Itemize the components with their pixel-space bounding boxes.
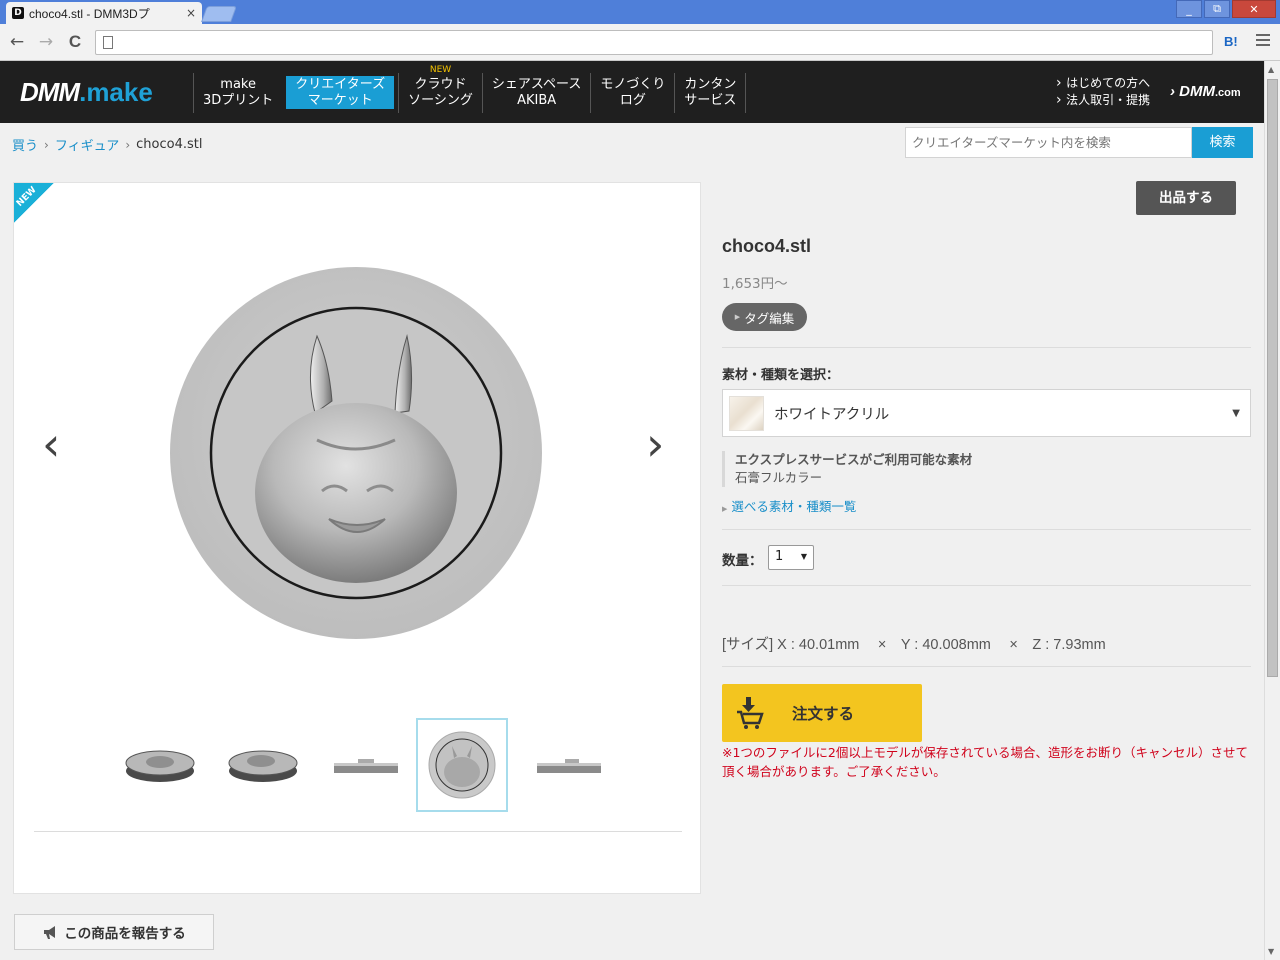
breadcrumb-figure[interactable]: フィギュア: [55, 135, 119, 154]
nav-crowd-sourcing[interactable]: NEW クラウド ソーシング: [398, 65, 482, 113]
order-button-label: 注文する: [792, 705, 855, 723]
order-note: ※1つのファイルに2個以上モデルが保存されている場合、造形をお断り（キャンセル）…: [722, 745, 1249, 779]
thumbnail-2[interactable]: [217, 718, 309, 812]
divider: [722, 585, 1251, 586]
nav-share-space[interactable]: シェアスペース AKIBA: [481, 73, 590, 113]
tab-title: choco4.stl - DMM3Dプ: [29, 6, 150, 21]
size-info: [サイズ] X : 40.01mm × Y : 40.008mm × Z : 7…: [722, 637, 1106, 653]
browser-tab[interactable]: D choco4.stl - DMM3Dプ ×: [6, 2, 202, 24]
prev-image-button[interactable]: ‹: [42, 421, 60, 467]
page-icon: [103, 36, 113, 49]
divider: [722, 666, 1251, 667]
product-title: choco4.stl: [722, 236, 812, 256]
new-ribbon: NEW: [14, 183, 54, 223]
material-value: ホワイトアクリル: [774, 406, 890, 423]
close-window-button[interactable]: ✕: [1232, 0, 1276, 18]
quantity-label: 数量：: [722, 553, 763, 569]
minimize-button[interactable]: _: [1176, 0, 1202, 18]
material-select[interactable]: ホワイトアクリル ▼: [722, 389, 1251, 437]
new-ribbon-label: NEW: [14, 185, 39, 209]
thumbnail-4[interactable]: [416, 718, 508, 812]
express-service-box: エクスプレスサービスがご利用可能な素材 石膏フルカラー: [722, 451, 972, 487]
site-header: DMM.make make 3Dプリント クリエイターズ マーケット NEW クラウ…: [0, 61, 1264, 123]
scroll-up-icon[interactable]: ▲: [1268, 65, 1274, 74]
breadcrumb: 買う › フィギュア › choco4.stl: [12, 135, 202, 154]
report-button-label: この商品を報告する: [64, 926, 186, 942]
browser-toolbar: ← → C B!: [0, 24, 1280, 61]
divider: [722, 529, 1251, 530]
nav-monozukuri-log[interactable]: モノづくり ログ: [590, 73, 674, 113]
header-links: はじめての方へ 法人取引・提携: [1056, 75, 1150, 109]
material-swatch: [729, 395, 764, 431]
breadcrumb-buy[interactable]: 買う: [12, 135, 38, 154]
hatena-bookmark-icon[interactable]: B!: [1224, 34, 1238, 49]
reload-icon[interactable]: C: [65, 32, 85, 52]
window-controls: _ ⧉ ✕: [1176, 0, 1276, 18]
dropdown-caret-icon: ▼: [800, 552, 807, 561]
global-nav: make 3Dプリント クリエイターズ マーケット NEW クラウド ソーシング シェ…: [193, 65, 747, 113]
breadcrumb-separator: ›: [125, 137, 131, 152]
play-triangle-icon: ▶: [722, 505, 728, 513]
material-list-link[interactable]: ▶ 選べる素材・種類一覧: [722, 496, 856, 515]
breadcrumb-current: choco4.stl: [136, 137, 203, 152]
new-tab-button[interactable]: [201, 6, 237, 22]
forward-icon[interactable]: →: [36, 32, 56, 52]
back-icon[interactable]: ←: [7, 32, 27, 52]
product-price: 1,653円〜: [722, 276, 788, 292]
nav-make-3dprint[interactable]: make 3Dプリント: [193, 73, 282, 113]
tab-close-icon[interactable]: ×: [186, 6, 196, 20]
browser-titlebar: D choco4.stl - DMM3Dプ × _ ⧉ ✕: [0, 0, 1280, 24]
thumbnail-1[interactable]: [114, 718, 206, 812]
express-material: 石膏フルカラー: [735, 470, 823, 485]
cart-download-icon: [737, 697, 764, 729]
link-business[interactable]: 法人取引・提携: [1056, 92, 1150, 109]
quantity-select[interactable]: 1 ▼: [768, 545, 814, 570]
tag-edit-label: タグ編集: [744, 310, 795, 326]
dmm-favicon-icon: D: [12, 7, 24, 19]
megaphone-icon: [44, 926, 56, 939]
thumbnail-strip: [114, 718, 614, 812]
page-scrollbar[interactable]: ▲ ▼: [1264, 61, 1280, 960]
express-title: エクスプレスサービスがご利用可能な素材: [735, 452, 973, 467]
thumbnail-5[interactable]: [523, 718, 615, 812]
order-button[interactable]: 注文する: [722, 684, 922, 742]
product-image-panel: NEW ‹ ›: [13, 182, 701, 894]
search-button[interactable]: 検索: [1192, 127, 1253, 158]
thumbnail-3[interactable]: [320, 718, 412, 812]
report-product-button[interactable]: この商品を報告する: [14, 914, 214, 950]
tag-edit-button[interactable]: ▶ タグ編集: [722, 303, 807, 331]
link-beginners[interactable]: はじめての方へ: [1056, 75, 1150, 92]
nav-creators-market[interactable]: クリエイターズ マーケット: [286, 76, 395, 109]
nav-kantan-service[interactable]: カンタン サービス: [674, 73, 747, 113]
next-image-button[interactable]: ›: [646, 421, 664, 467]
quantity-value: 1: [775, 549, 784, 564]
scroll-down-icon[interactable]: ▼: [1268, 947, 1274, 956]
panel-divider: [34, 831, 682, 832]
scroll-thumb[interactable]: [1267, 79, 1278, 677]
address-bar[interactable]: [95, 30, 1213, 55]
divider: [722, 347, 1251, 348]
restore-button[interactable]: ⧉: [1204, 0, 1230, 18]
dropdown-caret-icon: ▼: [1232, 407, 1240, 419]
breadcrumb-separator: ›: [44, 137, 49, 152]
material-label: 素材・種類を選択：: [722, 368, 840, 383]
sell-button[interactable]: 出品する: [1136, 181, 1236, 215]
main-product-image: [169, 263, 549, 647]
play-triangle-icon: ▶: [734, 313, 741, 321]
dmm-com-logo[interactable]: › DMM.com: [1170, 83, 1241, 100]
new-badge: NEW: [429, 65, 452, 75]
search-input[interactable]: [905, 127, 1192, 158]
browser-menu-icon[interactable]: [1256, 34, 1270, 49]
dmm-make-logo[interactable]: DMM.make: [20, 77, 153, 108]
